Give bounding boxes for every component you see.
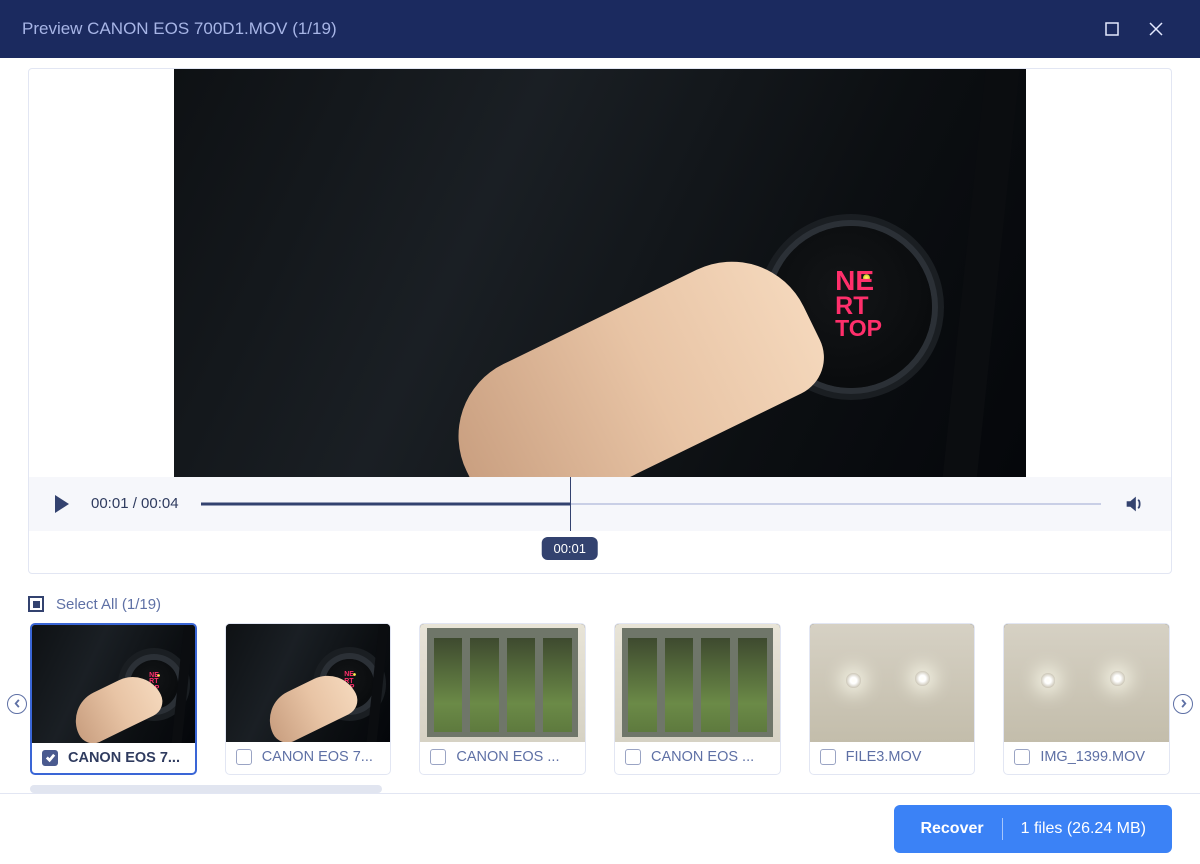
thumbnail-item[interactable]: CANON EOS ... — [614, 623, 781, 775]
thumbnail-item[interactable]: FILE3.MOV — [809, 623, 976, 775]
timecode: 00:01 / 00:04 — [91, 495, 179, 512]
thumbnail-checkbox[interactable] — [1014, 749, 1030, 765]
thumbnail-image — [1004, 624, 1169, 742]
thumbnail-image: NERTOP — [226, 624, 391, 742]
thumbnail-label: CANON EOS 7... — [262, 749, 373, 765]
next-page-button[interactable] — [1173, 694, 1193, 714]
recover-button-info: 1 files (26.24 MB) — [1021, 820, 1146, 838]
thumbnail-checkbox[interactable] — [625, 749, 641, 765]
select-all-checkbox-icon — [28, 596, 44, 612]
thumbnail-checkbox[interactable] — [236, 749, 252, 765]
video-preview-panel: NE RT TOP 00:01 / 00:04 00:01 — [28, 68, 1172, 574]
action-bar: Recover 1 files (26.24 MB) — [0, 793, 1200, 864]
thumbnail-label: FILE3.MOV — [846, 749, 922, 765]
thumbnail-item[interactable]: NERTOP CANON EOS 7... — [30, 623, 197, 775]
thumbnail-item[interactable]: CANON EOS ... — [419, 623, 586, 775]
video-frame: NE RT TOP — [174, 69, 1026, 531]
play-button[interactable] — [55, 495, 69, 513]
preview-window: Preview CANON EOS 700D1.MOV (1/19) NE RT… — [0, 0, 1200, 864]
thumbnail-checkbox[interactable] — [820, 749, 836, 765]
volume-button[interactable] — [1123, 493, 1145, 515]
thumbnail-checkbox[interactable] — [430, 749, 446, 765]
thumbnail-label: CANON EOS ... — [456, 749, 559, 765]
thumbnail-item[interactable]: IMG_1399.MOV — [1003, 623, 1170, 775]
thumbnail-label: CANON EOS ... — [651, 749, 754, 765]
thumbnail-label: CANON EOS 7... — [68, 750, 180, 766]
thumbnail-checkbox[interactable] — [42, 750, 58, 766]
video-viewport[interactable]: NE RT TOP — [174, 69, 1026, 531]
title-bar: Preview CANON EOS 700D1.MOV (1/19) — [0, 0, 1200, 58]
recover-button[interactable]: Recover 1 files (26.24 MB) — [894, 805, 1172, 853]
video-controls: 00:01 / 00:04 00:01 — [29, 477, 1171, 531]
thumbnail-image — [615, 624, 780, 742]
thumbnail-label: IMG_1399.MOV — [1040, 749, 1145, 765]
thumbnail-image — [810, 624, 975, 742]
thumbnail-scrollbar[interactable] — [30, 785, 382, 793]
window-title: Preview CANON EOS 700D1.MOV (1/19) — [22, 19, 337, 39]
select-all-label: Select All (1/19) — [56, 596, 161, 613]
thumbnail-image: NERTOP — [32, 625, 195, 743]
thumbnail-item[interactable]: NERTOP CANON EOS 7... — [225, 623, 392, 775]
thumbnail-image — [420, 624, 585, 742]
thumbnail-strip: NERTOP CANON EOS 7... NERTOP CANON EOS 7...… — [4, 623, 1196, 793]
select-all-toggle[interactable]: Select All (1/19) — [28, 596, 1172, 613]
seek-slider[interactable]: 00:01 — [201, 477, 1101, 531]
seek-tooltip: 00:01 — [541, 537, 598, 560]
recover-button-label: Recover — [920, 820, 983, 838]
close-button[interactable] — [1134, 7, 1178, 51]
prev-page-button[interactable] — [7, 694, 27, 714]
maximize-button[interactable] — [1090, 7, 1134, 51]
